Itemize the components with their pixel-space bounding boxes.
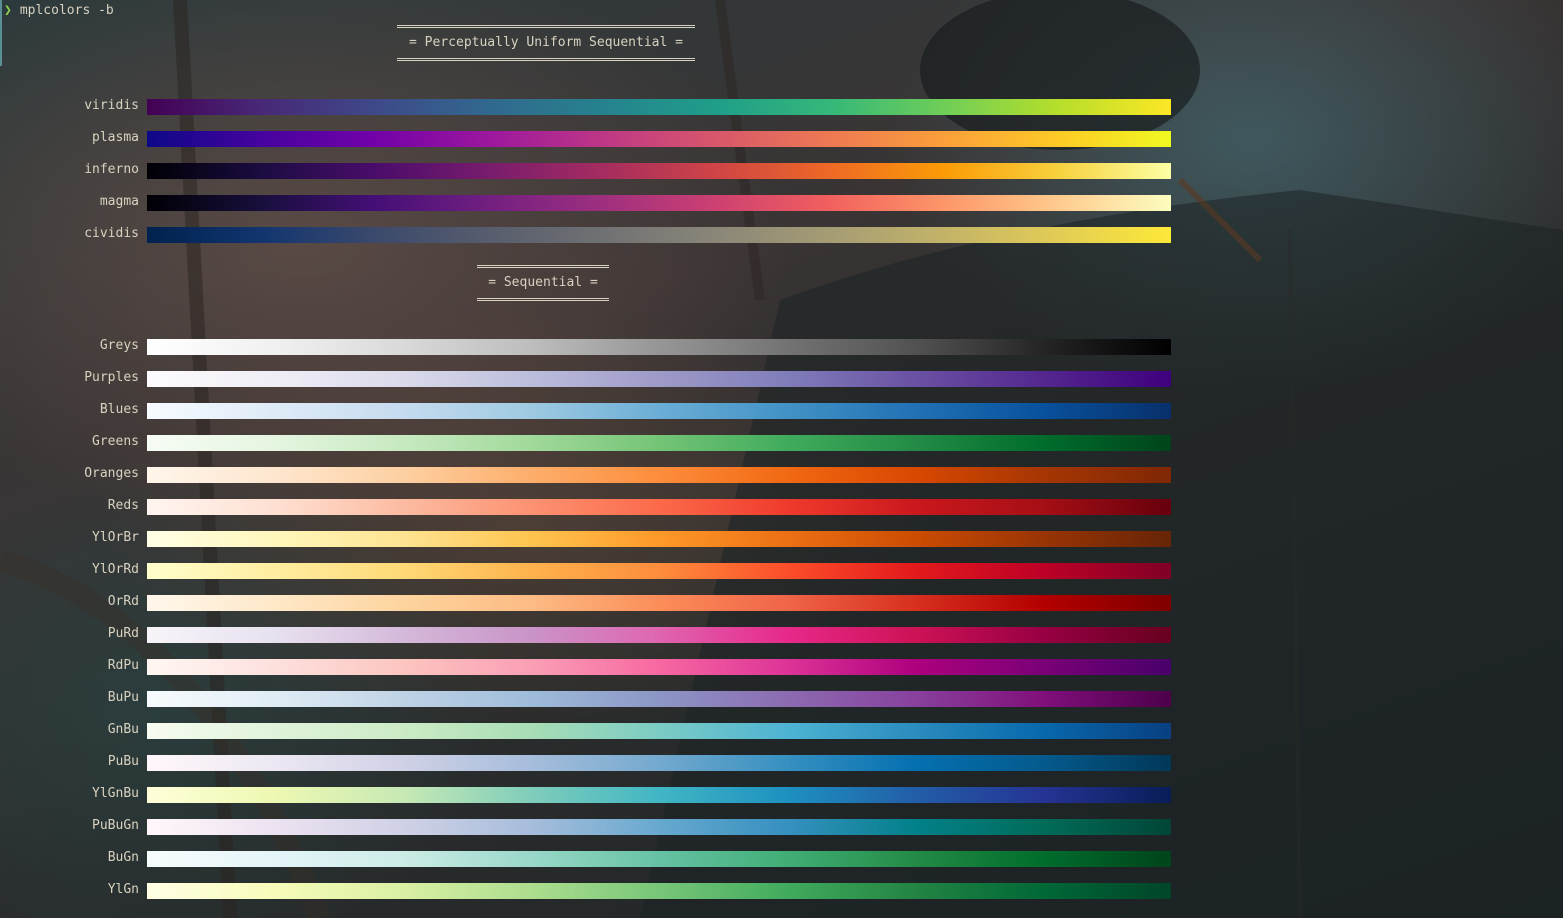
colormap-row-ylorbr: YlOrBr [0,530,1563,547]
colormap-label: Greys [99,338,139,353]
colormap-gradient-bar [147,787,1171,803]
colormap-gradient-bar [147,195,1171,211]
colormap-gradient-bar [147,755,1171,771]
colormap-gradient-bar [147,131,1171,147]
colormap-label: BuGn [107,850,139,865]
colormap-gradient-bar [147,659,1171,675]
colormap-label: PuBu [107,754,139,769]
section-title-sequential: = Sequential = [477,265,609,301]
colormap-label: Greens [92,434,139,449]
colormap-row-greens: Greens [0,434,1563,451]
terminal-cursor-bar [0,0,2,66]
colormap-gradient-bar [147,531,1171,547]
colormap-label: PuRd [107,626,139,641]
colormap-label: OrRd [107,594,139,609]
colormap-label: cividis [84,226,139,241]
colormap-row-pubu: PuBu [0,754,1563,771]
colormap-gradient-bar [147,339,1171,355]
colormap-label: Blues [99,402,139,417]
colormap-gradient-bar [147,99,1171,115]
colormap-label: PuBuGn [92,818,139,833]
terminal-prompt: ❯ mplcolors -b [4,3,114,18]
colormap-label: BuPu [107,690,139,705]
colormap-label: magma [99,194,139,209]
section-title-perceptually-uniform: = Perceptually Uniform Sequential = [397,25,695,61]
colormap-row-bupu: BuPu [0,690,1563,707]
colormap-label: Oranges [84,466,139,481]
colormap-label: Reds [107,498,139,513]
colormap-row-greys: Greys [0,338,1563,355]
colormap-row-gnbu: GnBu [0,722,1563,739]
colormap-row-reds: Reds [0,498,1563,515]
colormap-gradient-bar [147,163,1171,179]
colormap-row-pubugn: PuBuGn [0,818,1563,835]
colormap-gradient-bar [147,499,1171,515]
colormap-label: inferno [84,162,139,177]
colormap-gradient-bar [147,723,1171,739]
colormap-label: Purples [84,370,139,385]
colormap-gradient-bar [147,851,1171,867]
colormap-label: viridis [84,98,139,113]
colormap-label: RdPu [107,658,139,673]
colormap-gradient-bar [147,467,1171,483]
colormap-gradient-bar [147,627,1171,643]
colormap-gradient-bar [147,691,1171,707]
terminal-command: mplcolors -b [19,3,114,18]
colormap-label: YlOrRd [92,562,139,577]
colormap-row-purples: Purples [0,370,1563,387]
colormap-row-blues: Blues [0,402,1563,419]
colormap-gradient-bar [147,371,1171,387]
colormap-row-cividis: cividis [0,226,1563,243]
colormap-gradient-bar [147,435,1171,451]
colormap-row-orrd: OrRd [0,594,1563,611]
colormap-label: YlOrBr [92,530,139,545]
colormap-gradient-bar [147,227,1171,243]
colormap-row-purd: PuRd [0,626,1563,643]
colormap-gradient-bar [147,819,1171,835]
prompt-arrow-icon: ❯ [4,3,12,18]
colormap-row-oranges: Oranges [0,466,1563,483]
colormap-row-ylgn: YlGn [0,882,1563,899]
colormap-gradient-bar [147,883,1171,899]
colormap-row-rdpu: RdPu [0,658,1563,675]
colormap-row-magma: magma [0,194,1563,211]
colormap-row-inferno: inferno [0,162,1563,179]
colormap-row-ylorrd: YlOrRd [0,562,1563,579]
colormap-label: YlGn [107,882,139,897]
colormap-gradient-bar [147,403,1171,419]
colormap-row-plasma: plasma [0,130,1563,147]
colormap-row-viridis: viridis [0,98,1563,115]
colormap-row-ylgnbu: YlGnBu [0,786,1563,803]
colormap-row-bugn: BuGn [0,850,1563,867]
colormap-label: YlGnBu [92,786,139,801]
colormap-gradient-bar [147,595,1171,611]
colormap-label: plasma [92,130,139,145]
colormap-gradient-bar [147,563,1171,579]
colormap-label: GnBu [107,722,139,737]
